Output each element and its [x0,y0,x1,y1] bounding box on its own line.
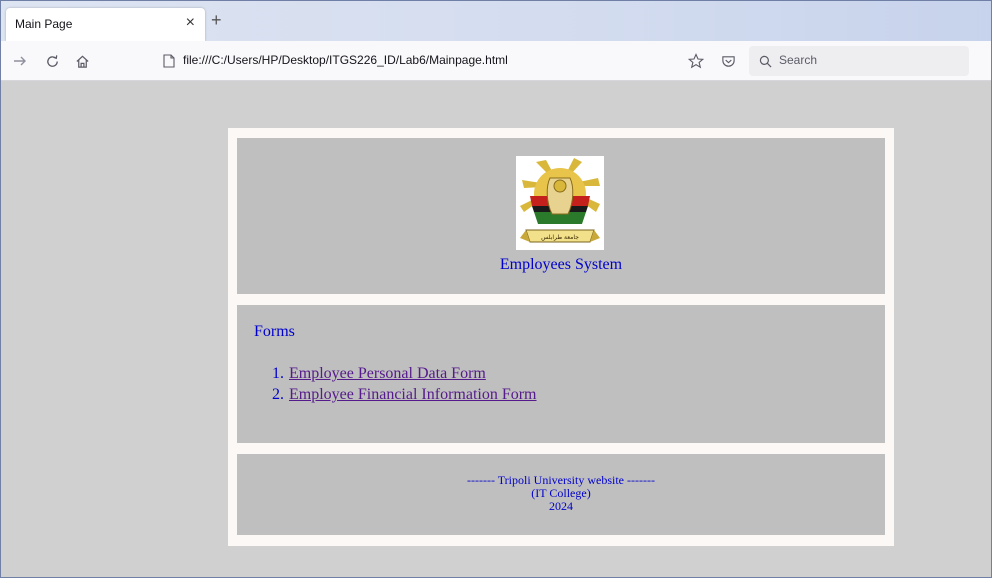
page-title: Employees System [499,256,623,273]
search-icon [755,51,775,71]
tab-main-page[interactable]: Main Page × [6,8,205,41]
tab-title: Main Page [15,17,73,31]
footer-panel: ------- Tripoli University website -----… [237,454,885,535]
footer-text: ------- Tripoli University website -----… [237,474,885,513]
address-bar[interactable]: file:///C:/Users/HP/Desktop/ITGS226_ID/L… [151,46,731,76]
forward-icon[interactable] [10,51,30,71]
list-item: 2. Employee Financial Information Form [272,386,537,407]
new-tab-icon[interactable]: + [211,10,222,30]
list-number: 2. [272,386,284,403]
forms-panel: Forms 1. Employee Personal Data Form 2. Em… [237,305,885,443]
forms-list: 1. Employee Personal Data Form 2. Employee… [272,365,537,407]
reload-icon[interactable] [42,51,62,71]
url-text[interactable]: file:///C:/Users/HP/Desktop/ITGS226_ID/L… [183,53,508,67]
tab-strip: Main Page × + [1,1,991,41]
footer-line-year: 2024 [549,499,573,513]
page-icon [159,51,179,71]
search-bar[interactable]: Search [749,46,969,76]
bookmark-star-icon[interactable] [686,51,706,71]
browser-window: Main Page × + file:///C:/Users/HP/Deskto… [0,0,992,578]
main-container: جامعة طرابلس Employees System Forms 1. Em… [228,128,894,546]
svg-text:جامعة طرابلس: جامعة طرابلس [541,234,579,241]
home-icon[interactable] [72,51,92,71]
close-tab-icon[interactable]: × [186,13,195,33]
forms-heading: Forms [254,323,295,340]
page-viewport: جامعة طرابلس Employees System Forms 1. Em… [1,82,991,577]
financial-information-form-link[interactable]: Employee Financial Information Form [289,386,537,403]
search-placeholder: Search [779,53,818,67]
list-number: 1. [272,365,284,382]
personal-data-form-link[interactable]: Employee Personal Data Form [289,365,486,382]
pocket-icon[interactable] [718,51,738,71]
navigation-bar: file:///C:/Users/HP/Desktop/ITGS226_ID/L… [1,41,991,81]
tripoli-university-logo: جامعة طرابلس [516,156,604,250]
header-panel: جامعة طرابلس Employees System [237,138,885,294]
list-item: 1. Employee Personal Data Form [272,365,537,386]
